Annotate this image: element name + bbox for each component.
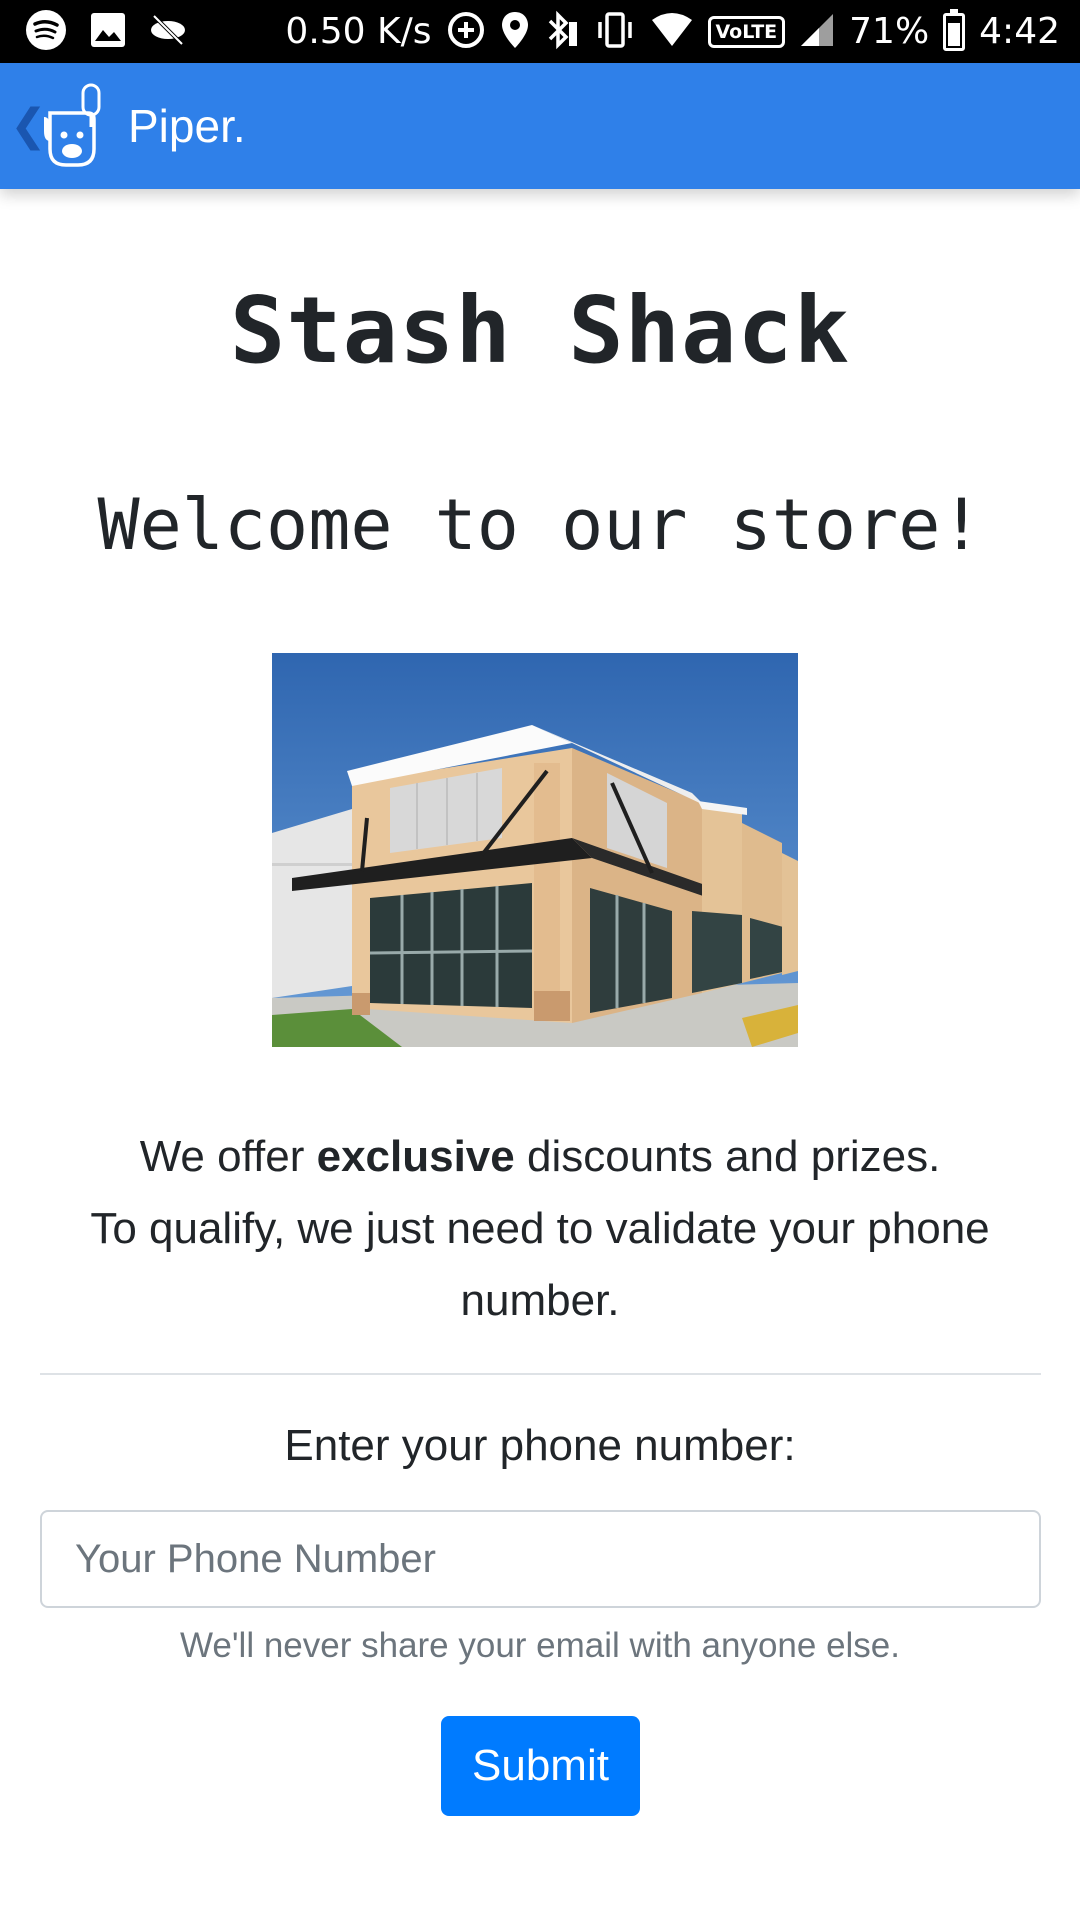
- phone-number-input[interactable]: [40, 1510, 1041, 1608]
- gallery-icon: [90, 12, 126, 52]
- submit-button[interactable]: Submit: [441, 1716, 640, 1816]
- welcome-heading: Welcome to our store!: [97, 484, 983, 566]
- wifi-icon: [650, 12, 694, 52]
- offer-text-part2: discounts and prizes.: [514, 1132, 941, 1181]
- divider: [40, 1373, 1041, 1375]
- store-title: Stash Shack: [229, 277, 851, 384]
- app-title: Piper.: [128, 100, 246, 152]
- bluetooth-icon: [544, 10, 580, 54]
- back-chevron-icon[interactable]: ❮: [10, 104, 47, 148]
- signal-icon: [799, 12, 835, 52]
- network-speed: 0.50 K/s: [285, 11, 432, 52]
- offer-text: We offer exclusive discounts and prizes.…: [40, 1121, 1040, 1337]
- battery-icon: [943, 8, 966, 51]
- status-bar: 0.50 K/s VoLTE 71% 4:42: [0, 0, 1080, 63]
- battery-percent: 71%: [849, 11, 930, 52]
- app-bar: ❮ Piper.: [0, 63, 1080, 189]
- location-icon: [500, 10, 530, 54]
- data-saver-icon: [446, 10, 486, 54]
- piper-logo-icon: [42, 83, 106, 169]
- clock: 4:42: [979, 11, 1060, 52]
- spotify-icon: [24, 8, 68, 56]
- offer-text-part1: We offer: [139, 1132, 317, 1181]
- offer-text-line2: To qualify, we just need to validate you…: [90, 1204, 990, 1325]
- privacy-help-text: We'll never share your email with anyone…: [180, 1626, 900, 1665]
- do-not-disturb-icon: [148, 12, 188, 52]
- status-bar-system: 0.50 K/s VoLTE 71% 4:42: [285, 8, 1080, 54]
- storefront-image: [272, 653, 798, 1047]
- vibrate-icon: [594, 10, 636, 54]
- phone-label: Enter your phone number:: [284, 1421, 796, 1470]
- status-bar-notifications: [0, 8, 188, 56]
- volte-badge: VoLTE: [707, 15, 786, 48]
- offer-text-bold: exclusive: [316, 1132, 515, 1181]
